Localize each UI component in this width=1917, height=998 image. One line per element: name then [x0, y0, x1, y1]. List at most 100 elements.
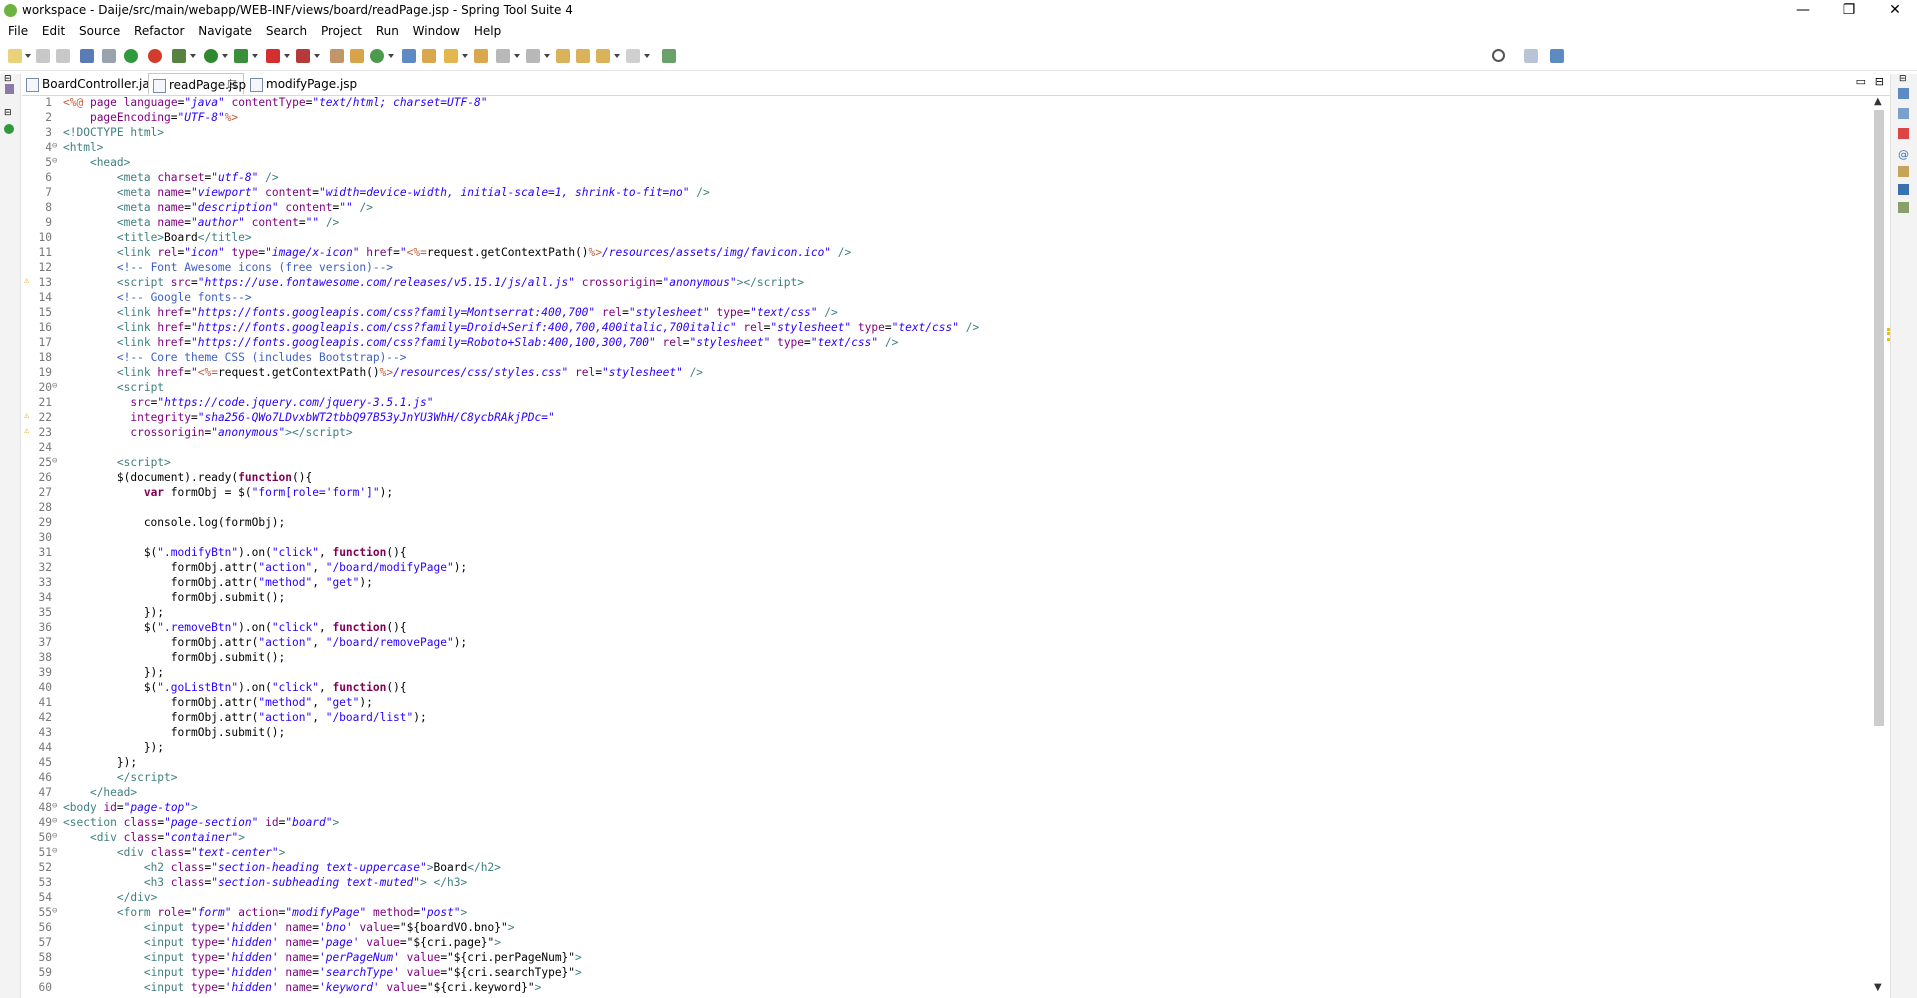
code-line[interactable]: 26 $(document).ready(function(){	[22, 471, 1862, 486]
run-icon[interactable]	[204, 49, 218, 63]
open-perspective-icon[interactable]	[1524, 49, 1538, 63]
restore-panel-icon[interactable]: ⊟	[4, 74, 12, 84]
open-task-icon[interactable]	[422, 49, 436, 63]
fold-icon[interactable]: ⊖	[52, 906, 62, 916]
code-line[interactable]: 5 ⊖ <head>	[22, 156, 1862, 171]
code-line[interactable]: 28	[22, 501, 1862, 516]
code-line[interactable]: 40 $(".goListBtn").on("click", function(…	[22, 681, 1862, 696]
fold-icon[interactable]: ⊖	[52, 846, 62, 856]
minimize-button[interactable]: —	[1780, 0, 1826, 22]
new-dropdown-icon[interactable]	[25, 54, 31, 58]
search-icon[interactable]	[1492, 49, 1505, 62]
code-line[interactable]: 58 <input type='hidden' name='perPageNum…	[22, 951, 1862, 966]
pin-editor-icon[interactable]	[662, 49, 676, 63]
boot-dashboard-icon[interactable]	[148, 49, 162, 63]
code-line[interactable]: 55 ⊖ <form role="form" action="modifyPage…	[22, 906, 1862, 921]
fold-icon[interactable]: ⊖	[52, 381, 62, 391]
maximize-editor-icon[interactable]: ⊟	[1875, 75, 1884, 88]
code-line[interactable]: 17 <link href="https://fonts.googleapis.…	[22, 336, 1862, 351]
next-annotation-icon[interactable]	[496, 49, 510, 63]
debug-icon[interactable]	[172, 49, 186, 63]
code-line[interactable]: 24	[22, 441, 1862, 456]
code-line[interactable]: 47 </head>	[22, 786, 1862, 801]
code-line[interactable]: 30	[22, 531, 1862, 546]
code-line[interactable]: 19 <link href="<%=request.getContextPath…	[22, 366, 1862, 381]
prev-annotation-icon[interactable]	[526, 49, 540, 63]
code-line[interactable]: 29 console.log(formObj);	[22, 516, 1862, 531]
code-line[interactable]: 49 ⊖ <section class="page-section" id="boa…	[22, 816, 1862, 831]
code-line[interactable]: 39 });	[22, 666, 1862, 681]
toggle-mark-icon[interactable]	[474, 49, 488, 63]
vertical-scrollbar[interactable]: ▲ ▼	[1871, 96, 1887, 998]
code-line[interactable]: 15 <link href="https://fonts.googleapis.…	[22, 306, 1862, 321]
code-line[interactable]: 35 });	[22, 606, 1862, 621]
code-line[interactable]: 37 formObj.attr("action", "/board/remove…	[22, 636, 1862, 651]
next-annotation-dropdown-icon[interactable]	[514, 54, 520, 58]
tab-boardcontroller[interactable]: BoardController.java	[22, 73, 166, 95]
hierarchy-icon[interactable]	[1898, 108, 1909, 119]
tab-modifypage[interactable]: modifyPage.jsp	[246, 73, 370, 95]
scroll-up-icon[interactable]: ▲	[1874, 96, 1882, 107]
menu-help[interactable]: Help	[474, 22, 501, 38]
menu-file[interactable]: File	[8, 22, 28, 38]
package-explorer-icon[interactable]	[5, 84, 14, 94]
code-line[interactable]: 59 <input type='hidden' name='searchType…	[22, 966, 1862, 981]
stop-dropdown-icon[interactable]	[284, 54, 290, 58]
menu-navigate[interactable]: Navigate	[198, 22, 252, 38]
declaration-icon[interactable]	[1898, 166, 1909, 177]
minimize-editor-icon[interactable]: ▭	[1856, 75, 1866, 88]
last-edit-icon[interactable]	[556, 49, 570, 63]
menu-refactor[interactable]: Refactor	[134, 22, 184, 38]
fold-icon[interactable]: ⊖	[52, 801, 62, 811]
code-line[interactable]: 52 <h2 class="section-heading text-upper…	[22, 861, 1862, 876]
restore-panel-icon[interactable]: ⊟	[1899, 74, 1907, 84]
close-tab-icon[interactable]: ☒	[227, 74, 237, 96]
code-line[interactable]: 33 formObj.attr("method", "get");	[22, 576, 1862, 591]
new-class-icon[interactable]	[370, 49, 384, 63]
debug-dropdown-icon[interactable]	[190, 54, 196, 58]
code-line[interactable]: 36 $(".removeBtn").on("click", function(…	[22, 621, 1862, 636]
search-tool-icon[interactable]	[444, 49, 458, 63]
scrollbar-thumb[interactable]	[1874, 110, 1884, 726]
fold-icon[interactable]: ⊖	[52, 141, 62, 151]
scroll-down-icon[interactable]: ▼	[1874, 982, 1882, 993]
code-line[interactable]: ⚠ 23 crossorigin="anonymous"></script>	[22, 426, 1862, 441]
code-line[interactable]: 3 <!DOCTYPE html>	[22, 126, 1862, 141]
java-perspective-icon[interactable]	[1550, 49, 1564, 63]
code-line[interactable]: 44 });	[22, 741, 1862, 756]
back-dropdown-icon[interactable]	[614, 54, 620, 58]
code-line[interactable]: 21 src="https://code.jquery.com/jquery-3…	[22, 396, 1862, 411]
fold-icon[interactable]: ⊖	[52, 156, 62, 166]
menu-search[interactable]: Search	[266, 22, 307, 38]
save-icon[interactable]	[36, 49, 50, 63]
save-all-icon[interactable]	[56, 49, 70, 63]
code-line[interactable]: 51 ⊖ <div class="text-center">	[22, 846, 1862, 861]
code-line[interactable]: 57 <input type='hidden' name='page' valu…	[22, 936, 1862, 951]
new-class-dropdown-icon[interactable]	[388, 54, 394, 58]
menu-source[interactable]: Source	[79, 22, 120, 38]
code-line[interactable]: 41 formObj.attr("method", "get");	[22, 696, 1862, 711]
code-line[interactable]: 7 <meta name="viewport" content="width=d…	[22, 186, 1862, 201]
open-type-icon[interactable]	[402, 49, 416, 63]
boot-dashboard-panel-icon[interactable]	[4, 124, 14, 134]
run-dropdown-icon[interactable]	[222, 54, 228, 58]
fold-icon[interactable]: ⊖	[52, 831, 62, 841]
code-line[interactable]: 8 <meta name="description" content="" />	[22, 201, 1862, 216]
restore-button[interactable]: ❐	[1826, 0, 1872, 22]
search-tool-dropdown-icon[interactable]	[462, 54, 468, 58]
code-line[interactable]: 50 ⊖ <div class="container">	[22, 831, 1862, 846]
code-line[interactable]: 42 formObj.attr("action", "/board/list")…	[22, 711, 1862, 726]
menu-project[interactable]: Project	[321, 22, 362, 38]
code-line[interactable]: 20 ⊖ <script	[22, 381, 1862, 396]
stop-icon[interactable]	[266, 49, 280, 63]
code-line[interactable]: 56 <input type='hidden' name='bno' value…	[22, 921, 1862, 936]
problems-icon[interactable]	[1898, 128, 1909, 139]
code-editor[interactable]: 1 <%@ page language="java" contentType="t…	[22, 96, 1871, 998]
menu-edit[interactable]: Edit	[42, 22, 65, 38]
fold-icon[interactable]: ⊖	[52, 456, 62, 466]
code-line[interactable]: 6 <meta charset="utf-8" />	[22, 171, 1862, 186]
code-line[interactable]: 45 });	[22, 756, 1862, 771]
new-java-project-icon[interactable]	[330, 49, 344, 63]
forward-edit-icon[interactable]	[576, 49, 590, 63]
code-line[interactable]: 14 <!-- Google fonts-->	[22, 291, 1862, 306]
